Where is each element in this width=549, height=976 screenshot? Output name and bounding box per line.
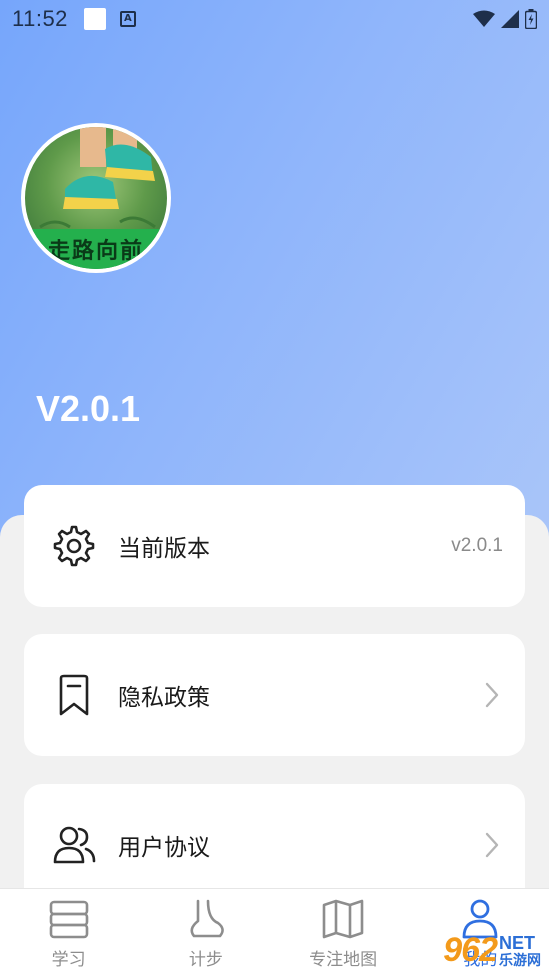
current-version-label: 当前版本 xyxy=(118,536,210,562)
bookmark-icon xyxy=(52,673,96,717)
avatar-caption: 走路向前 xyxy=(25,229,167,269)
chevron-right-icon xyxy=(485,682,499,708)
foot-icon xyxy=(183,897,229,941)
current-version-row[interactable]: 当前版本 v2.0.1 xyxy=(24,485,525,607)
user-agreement-label: 用户协议 xyxy=(118,835,210,861)
signal-icon xyxy=(501,10,519,28)
book-stack-icon xyxy=(46,897,92,941)
watermark-suffix: NET xyxy=(499,932,535,953)
tab-steps[interactable]: 计步 xyxy=(137,889,274,976)
tab-focus-map[interactable]: 专注地图 xyxy=(275,889,412,976)
privacy-policy-label: 隐私政策 xyxy=(118,685,210,711)
notification-square-icon xyxy=(83,8,106,30)
battery-icon xyxy=(525,9,537,29)
status-time: 11:52 xyxy=(12,6,68,31)
status-bar: 11:52 A xyxy=(0,0,549,38)
site-watermark: 962 NET 乐游网 xyxy=(443,931,541,970)
current-version-value: v2.0.1 xyxy=(451,535,503,556)
tab-study[interactable]: 学习 xyxy=(0,889,137,976)
privacy-policy-row[interactable]: 隐私政策 xyxy=(24,634,525,756)
map-icon xyxy=(320,897,366,941)
avatar[interactable]: 走路向前 xyxy=(21,123,171,273)
gear-icon xyxy=(52,524,96,568)
version-heading: V2.0.1 xyxy=(36,388,141,429)
watermark-site: 乐游网 xyxy=(499,951,541,968)
users-icon xyxy=(52,823,96,867)
notification-app-icon: A xyxy=(119,11,136,27)
watermark-number: 962 xyxy=(443,931,498,969)
wifi-icon xyxy=(473,10,495,27)
tab-study-label: 学习 xyxy=(51,950,86,970)
tab-focus-map-label: 专注地图 xyxy=(309,950,378,970)
chevron-right-icon xyxy=(485,832,499,858)
tab-steps-label: 计步 xyxy=(188,950,223,970)
